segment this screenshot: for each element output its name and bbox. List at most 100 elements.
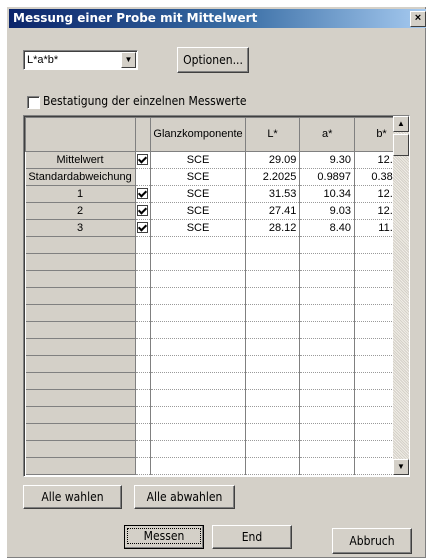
end-button[interactable]: End (212, 525, 292, 549)
cancel-button[interactable]: Abbruch (332, 528, 412, 554)
empty-table-row[interactable] (25, 321, 409, 339)
empty-cell (245, 338, 301, 356)
empty-cell (25, 372, 136, 390)
empty-cell (150, 423, 246, 441)
empty-cell (135, 372, 152, 390)
vertical-scrollbar[interactable]: ▲ ▼ (393, 116, 409, 475)
checkmark-icon[interactable] (137, 222, 149, 233)
options-button-label: Optionen... (183, 53, 243, 67)
empty-cell (135, 270, 152, 288)
table-row[interactable]: 1 SCE 31.53 10.34 12.70 (25, 185, 409, 203)
empty-table-row[interactable] (25, 304, 409, 322)
empty-cell (245, 287, 301, 305)
empty-cell (245, 270, 301, 288)
select-all-button[interactable]: Alle wahlen (23, 485, 122, 509)
empty-cell (299, 304, 356, 322)
empty-cell (299, 270, 356, 288)
empty-cell (150, 338, 246, 356)
l-value-cell: 28.12 (245, 219, 301, 237)
header-check (134, 117, 152, 152)
empty-cell (25, 236, 136, 254)
empty-cell (245, 406, 301, 424)
empty-cell (299, 372, 356, 390)
gloss-cell: SCE (150, 185, 246, 203)
empty-cell (135, 457, 152, 475)
empty-cell (25, 406, 136, 424)
table-row[interactable]: 3 SCE 28.12 8.40 11.99 (25, 219, 409, 237)
empty-table-row[interactable] (25, 253, 409, 271)
empty-cell (25, 440, 136, 458)
empty-cell (135, 287, 152, 305)
scroll-thumb[interactable] (393, 134, 409, 156)
scroll-up-icon[interactable]: ▲ (393, 116, 409, 132)
l-value-cell: 29.09 (245, 151, 301, 169)
empty-table-row[interactable] (25, 287, 409, 305)
empty-cell (299, 457, 356, 475)
table-row[interactable]: 2 SCE 27.41 9.03 12.07 (25, 202, 409, 220)
row-label[interactable]: 1 (25, 185, 136, 203)
empty-table-row[interactable] (25, 355, 409, 373)
scroll-down-icon[interactable]: ▼ (393, 459, 409, 475)
measurement-table: Glanzkomponente L* a* b* Mittelwert SCE 29… (23, 115, 410, 477)
end-label: End (241, 530, 263, 544)
empty-table-row[interactable] (25, 338, 409, 356)
empty-cell (299, 440, 356, 458)
close-button[interactable]: × (410, 11, 426, 27)
options-button[interactable]: Optionen... (177, 47, 249, 73)
a-value-cell: 10.34 (299, 185, 356, 203)
empty-cell (25, 457, 136, 475)
empty-cell (299, 406, 356, 424)
empty-cell (245, 253, 301, 271)
measure-label: Messen (127, 528, 201, 544)
empty-table-row[interactable] (25, 372, 409, 390)
empty-cell (25, 321, 136, 339)
empty-cell (25, 270, 136, 288)
empty-table-row[interactable] (25, 389, 409, 407)
empty-cell (299, 321, 356, 339)
empty-table-row[interactable] (25, 440, 409, 458)
empty-table-row[interactable] (25, 423, 409, 441)
empty-cell (150, 355, 246, 373)
checkmark-icon[interactable] (137, 154, 149, 165)
empty-cell (150, 287, 246, 305)
row-checkbox[interactable] (135, 219, 152, 237)
header-l[interactable]: L* (244, 117, 301, 152)
a-value-cell: 8.40 (299, 219, 356, 237)
empty-cell (245, 236, 301, 254)
row-checkbox[interactable] (135, 185, 152, 203)
table-row[interactable]: Mittelwert SCE 29.09 9.30 12.26 (25, 151, 409, 169)
title-bar[interactable]: Messung einer Probe mit Mittelwert × (9, 9, 426, 28)
empty-table-row[interactable] (25, 406, 409, 424)
header-a[interactable]: a* (299, 117, 356, 152)
checkmark-icon[interactable] (137, 205, 149, 216)
header-gloss[interactable]: Glanzkomponente (150, 117, 246, 152)
empty-cell (150, 253, 246, 271)
table-header-row: Glanzkomponente L* a* b* (25, 117, 409, 152)
empty-cell (135, 406, 152, 424)
row-label[interactable]: Mittelwert (25, 151, 136, 169)
row-checkbox[interactable] (135, 168, 152, 186)
empty-table-row[interactable] (25, 270, 409, 288)
deselect-all-button[interactable]: Alle abwahlen (134, 485, 235, 509)
row-label[interactable]: 2 (25, 202, 136, 220)
confirm-single-values-checkbox[interactable] (27, 96, 40, 109)
table-row[interactable]: Standardabweichung SCE 2.2025 0.9897 0.3889 (25, 168, 409, 186)
empty-cell (135, 321, 152, 339)
row-checkbox[interactable] (135, 151, 152, 169)
measure-button[interactable]: Messen (124, 525, 204, 549)
row-checkbox[interactable] (135, 202, 152, 220)
row-label[interactable]: Standardabweichung (25, 168, 136, 186)
empty-table-row[interactable] (25, 457, 409, 475)
empty-cell (299, 253, 356, 271)
checkmark-icon[interactable] (137, 188, 149, 199)
color-space-value: L*a*b* (27, 54, 59, 66)
gloss-cell: SCE (150, 168, 246, 186)
header-row-label (25, 117, 136, 152)
color-space-dropdown[interactable]: L*a*b* ▼ (23, 50, 138, 70)
empty-cell (150, 321, 246, 339)
empty-table-row[interactable] (25, 236, 409, 254)
empty-cell (150, 236, 246, 254)
empty-cell (135, 338, 152, 356)
row-label[interactable]: 3 (25, 219, 136, 237)
chevron-down-icon[interactable]: ▼ (121, 52, 136, 68)
